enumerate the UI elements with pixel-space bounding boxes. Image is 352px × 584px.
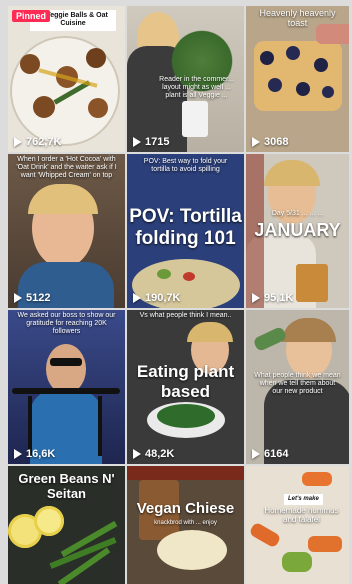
play-icon — [252, 293, 260, 303]
view-count: 762,7K — [14, 136, 61, 148]
view-count: 95,1K — [252, 292, 293, 304]
video-tile-9[interactable]: What people think we mean when we tell t… — [246, 310, 349, 464]
cheese-image — [157, 530, 227, 570]
caption-big: POV: Tortilla folding 101 — [129, 206, 242, 249]
person-head — [46, 344, 86, 394]
video-tile-5[interactable]: POV: Best way to fold your tortilla to a… — [127, 154, 244, 308]
caption-text: Homemade hummus and falafel — [264, 506, 339, 525]
pinned-badge: Pinned — [12, 10, 51, 22]
microphones — [12, 388, 120, 394]
view-count: 5122 — [14, 292, 50, 304]
caption-big: JANUARY — [254, 220, 341, 240]
video-tile-6[interactable]: Day 5/31 ... ... ... JANUARY 95,1K — [246, 154, 349, 308]
play-icon — [252, 137, 260, 147]
play-icon — [133, 449, 141, 459]
view-count: 190,7K — [133, 292, 180, 304]
play-icon — [133, 293, 141, 303]
video-tile-3[interactable]: Heavenly heavenly toast 3068 — [246, 6, 349, 152]
video-tile-7[interactable]: We asked our boss to show our gratitude … — [8, 310, 125, 464]
caption-small: Day 5/31 ... ... ... — [271, 210, 324, 217]
caption-small: Vs what people think I mean.. — [139, 312, 232, 319]
video-tile-11[interactable]: Vegan Chiese knackbrod with ... enjoy — [127, 466, 244, 584]
play-icon — [14, 449, 22, 459]
caption-text: What people think we mean when we tell t… — [254, 372, 341, 396]
play-icon — [133, 137, 141, 147]
view-count: 3068 — [252, 136, 288, 148]
caption-small: knackbrod with ... enjoy — [154, 520, 217, 526]
view-count: 48,2K — [133, 448, 174, 460]
caption-big: Eating plant based — [136, 362, 235, 401]
play-icon — [14, 293, 22, 303]
video-tile-2[interactable]: Reader in the commer... layout might as … — [127, 6, 244, 152]
caption-small: POV: Best way to fold your tortilla to a… — [143, 158, 228, 174]
view-count: 16,6K — [14, 448, 55, 460]
caption-big: Vegan Chiese — [136, 500, 235, 517]
view-count: 6164 — [252, 448, 288, 460]
caption-big: Green Beans N' Seitan — [18, 471, 115, 501]
video-tile-8[interactable]: Vs what people think I mean.. Eating pla… — [127, 310, 244, 464]
caption-text: Reader in the commer... layout might as … — [159, 76, 234, 100]
jar-image — [296, 264, 328, 302]
video-tile-12[interactable]: Let's make Homemade hummus and falafel — [246, 466, 349, 584]
video-tile-10[interactable]: Green Beans N' Seitan — [8, 466, 125, 584]
view-count: 1715 — [133, 136, 169, 148]
caption-text: Heavenly heavenly toast — [259, 8, 336, 29]
caption-text: We asked our boss to show our gratitude … — [17, 312, 116, 336]
play-icon — [14, 137, 22, 147]
video-tile-4[interactable]: When I order a 'Hot Cocoa' with 'Oat Dri… — [8, 154, 125, 308]
video-tile-1[interactable]: ... Veggie Balls & Oat Cuisine Pinned 76… — [8, 6, 125, 152]
play-icon — [252, 449, 260, 459]
video-grid: ... Veggie Balls & Oat Cuisine Pinned 76… — [8, 6, 349, 584]
badge: Let's make — [284, 494, 323, 506]
caption-text: When I order a 'Hot Cocoa' with 'Oat Dri… — [16, 156, 117, 180]
